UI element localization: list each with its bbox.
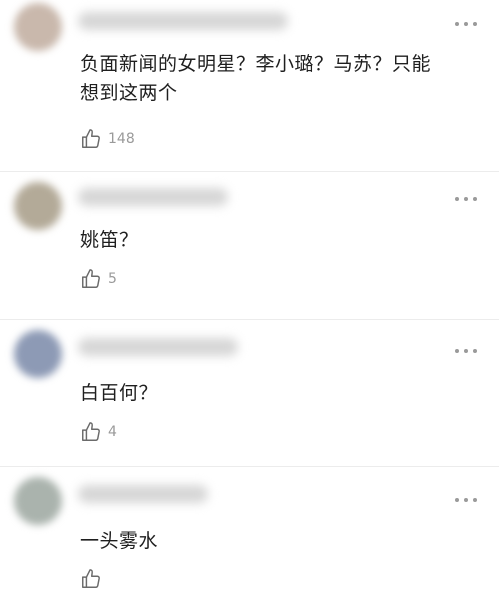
comment-item: 白百何？ 4 (0, 320, 499, 465)
like-button[interactable] (80, 568, 108, 590)
more-options-button[interactable] (455, 196, 477, 202)
thumbs-up-icon (82, 269, 100, 288)
comment-text: 一头雾水 (80, 530, 159, 552)
thumbs-up-icon (82, 129, 100, 148)
more-dots-icon (455, 498, 459, 502)
comment-item: 负面新闻的女明星？李小璐？马苏？只能想到这两个 148 (0, 0, 499, 168)
more-options-button[interactable] (455, 348, 477, 354)
avatar[interactable] (14, 182, 62, 230)
like-count: 5 (108, 271, 117, 287)
more-dots-icon (455, 349, 459, 353)
thumbs-up-icon (82, 422, 100, 441)
like-button[interactable]: 4 (80, 421, 117, 443)
username[interactable] (78, 188, 228, 206)
username[interactable] (78, 338, 238, 356)
more-dots-icon (455, 197, 459, 201)
comment-text: 负面新闻的女明星？李小璐？马苏？只能想到这两个 (80, 53, 432, 104)
comment-item: 一头雾水 (0, 467, 499, 600)
more-dots-icon (455, 22, 459, 26)
comment-list: 负面新闻的女明星？李小璐？马苏？只能想到这两个 148 姚笛？ 5 白百何？ 4… (0, 0, 499, 600)
avatar[interactable] (14, 3, 62, 51)
comment-text: 白百何？ (80, 382, 159, 404)
like-count: 4 (108, 424, 117, 440)
like-count: 148 (108, 131, 135, 147)
more-options-button[interactable] (455, 21, 477, 27)
like-button[interactable]: 5 (80, 268, 117, 290)
comment-item: 姚笛？ 5 (0, 172, 499, 317)
avatar[interactable] (14, 477, 62, 525)
more-options-button[interactable] (455, 497, 477, 503)
like-button[interactable]: 148 (80, 128, 135, 150)
username[interactable] (78, 485, 208, 503)
comment-text: 姚笛？ (80, 229, 139, 251)
avatar[interactable] (14, 330, 62, 378)
username[interactable] (78, 12, 288, 30)
thumbs-up-icon (82, 569, 100, 588)
